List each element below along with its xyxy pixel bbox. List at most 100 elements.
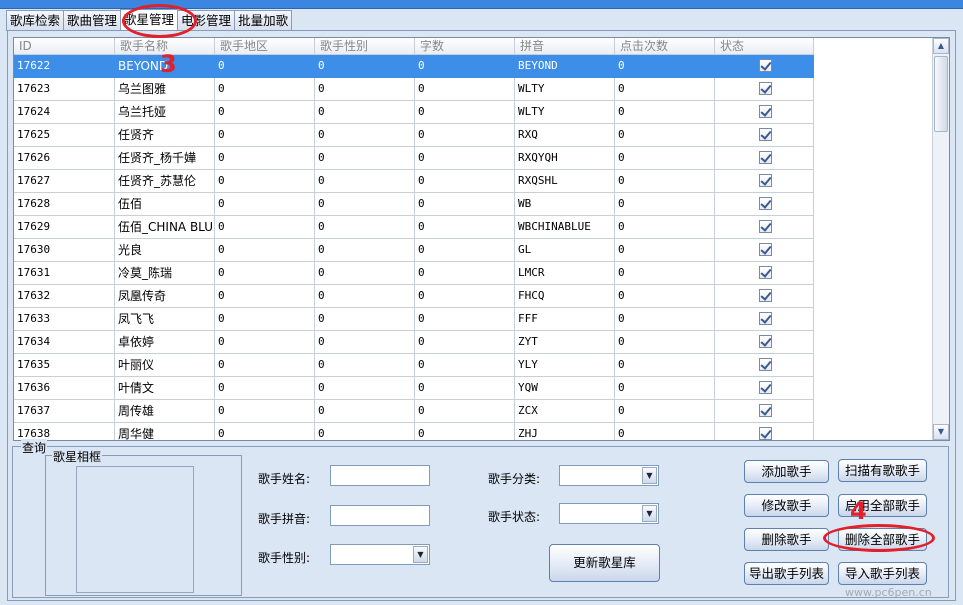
add-singer-button[interactable]: 添加歌手 <box>744 460 829 483</box>
chevron-down-icon[interactable]: ▼ <box>642 467 657 484</box>
chevron-down-icon[interactable]: ▼ <box>642 505 657 522</box>
table-row[interactable]: 17623 乌兰图雅 0 0 0 WLTY 0 <box>14 78 814 101</box>
scroll-up-icon[interactable]: ▲ <box>933 38 949 54</box>
column-header-status[interactable]: 状态 <box>715 38 814 55</box>
cell-pinyin: GL <box>515 239 615 262</box>
table-row[interactable]: 17625 任贤齐 0 0 0 RXQ 0 <box>14 124 814 147</box>
cell-chars: 0 <box>415 78 515 101</box>
cell-gender: 0 <box>315 55 415 78</box>
singer-table[interactable]: ID 歌手名称 歌手地区 歌手性别 字数 拼音 点击次数 状态 17622 BEY… <box>13 37 950 441</box>
singer-name-input[interactable] <box>330 465 430 486</box>
singer-status-select[interactable]: ▼ <box>559 503 659 524</box>
singer-photo-group: 歌星相框 <box>45 448 242 596</box>
cell-clicks: 0 <box>615 239 715 262</box>
column-header-pinyin[interactable]: 拼音 <box>515 38 615 55</box>
table-row[interactable]: 17622 BEYOND 0 0 0 BEYOND 0 <box>14 55 814 78</box>
cell-chars: 0 <box>415 124 515 147</box>
table-row[interactable]: 17626 任贤齐_杨千嬅 0 0 0 RXQYQH 0 <box>14 147 814 170</box>
cell-id: 17627 <box>14 170 115 193</box>
table-row[interactable]: 17632 凤凰传奇 0 0 0 FHCQ 0 <box>14 285 814 308</box>
column-header-chars[interactable]: 字数 <box>415 38 515 55</box>
tab-batch-add-songs[interactable]: 批量加歌 <box>234 10 293 31</box>
cell-region: 0 <box>215 78 315 101</box>
table-row[interactable]: 17628 伍佰 0 0 0 WB 0 <box>14 193 814 216</box>
status-checkbox[interactable] <box>759 427 772 440</box>
status-checkbox[interactable] <box>759 335 772 348</box>
edit-singer-button[interactable]: 修改歌手 <box>744 494 829 517</box>
cell-singer-name: 凤飞飞 <box>115 308 215 331</box>
cell-pinyin: WLTY <box>515 101 615 124</box>
status-checkbox[interactable] <box>759 243 772 256</box>
cell-chars: 0 <box>415 170 515 193</box>
status-checkbox[interactable] <box>759 358 772 371</box>
status-checkbox[interactable] <box>759 82 772 95</box>
scroll-down-icon[interactable]: ▼ <box>933 424 949 440</box>
status-checkbox[interactable] <box>759 151 772 164</box>
import-singer-list-button[interactable]: 导入歌手列表 <box>838 562 927 585</box>
table-row[interactable]: 17630 光良 0 0 0 GL 0 <box>14 239 814 262</box>
status-checkbox[interactable] <box>759 174 772 187</box>
table-row[interactable]: 17634 卓依婷 0 0 0 ZYT 0 <box>14 331 814 354</box>
table-row[interactable]: 17636 叶倩文 0 0 0 YQW 0 <box>14 377 814 400</box>
tab-song-search[interactable]: 歌库检索 <box>6 10 65 31</box>
status-checkbox[interactable] <box>759 59 772 72</box>
cell-region: 0 <box>215 400 315 423</box>
cell-region: 0 <box>215 55 315 78</box>
status-checkbox[interactable] <box>759 105 772 118</box>
cell-pinyin: WBCHINABLUE <box>515 216 615 239</box>
query-group: 查询 歌星相框 歌手姓名: 歌手拼音: 歌手性别: ▼ 歌手分类: ▼ 歌手状态… <box>12 439 949 598</box>
annotation-step-4: 4 <box>850 497 867 525</box>
singer-pinyin-input[interactable] <box>330 505 430 526</box>
cell-id: 17634 <box>14 331 115 354</box>
table-row[interactable]: 17629 伍佰_CHINA BLUE 0 0 0 WBCHINABLUE 0 <box>14 216 814 239</box>
status-checkbox[interactable] <box>759 381 772 394</box>
table-row[interactable]: 17624 乌兰托娅 0 0 0 WLTY 0 <box>14 101 814 124</box>
chevron-down-icon[interactable]: ▼ <box>413 546 428 563</box>
column-header-id[interactable]: ID <box>14 38 115 55</box>
table-vertical-scrollbar[interactable]: ▲ ▼ <box>932 38 949 440</box>
annotation-circle-delete-all <box>823 524 935 552</box>
table-row[interactable]: 17635 叶丽仪 0 0 0 YLY 0 <box>14 354 814 377</box>
status-checkbox[interactable] <box>759 312 772 325</box>
cell-id: 17630 <box>14 239 115 262</box>
table-row[interactable]: 17638 周华健 0 0 0 ZHJ 0 <box>14 423 814 440</box>
status-checkbox[interactable] <box>759 128 772 141</box>
cell-chars: 0 <box>415 331 515 354</box>
table-row[interactable]: 17633 凤飞飞 0 0 0 FFF 0 <box>14 308 814 331</box>
status-checkbox[interactable] <box>759 289 772 302</box>
scroll-thumb[interactable] <box>934 56 948 132</box>
table-body: 17622 BEYOND 0 0 0 BEYOND 0 17623 乌兰图雅 0 0 0 WLTY 0 17… <box>14 55 814 440</box>
delete-singer-button[interactable]: 删除歌手 <box>744 528 829 551</box>
cell-chars: 0 <box>415 55 515 78</box>
cell-gender: 0 <box>315 423 415 440</box>
table-row[interactable]: 17627 任贤齐_苏慧伦 0 0 0 RXQSHL 0 <box>14 170 814 193</box>
tab-song-management[interactable]: 歌曲管理 <box>63 10 122 31</box>
cell-clicks: 0 <box>615 285 715 308</box>
column-header-clicks[interactable]: 点击次数 <box>615 38 715 55</box>
singer-gender-select[interactable]: ▼ <box>330 544 430 565</box>
singer-category-select[interactable]: ▼ <box>559 465 659 486</box>
cell-status <box>715 147 814 170</box>
status-checkbox[interactable] <box>759 197 772 210</box>
cell-singer-name: 乌兰托娅 <box>115 101 215 124</box>
status-checkbox[interactable] <box>759 404 772 417</box>
scan-singers-with-songs-button[interactable]: 扫描有歌歌手 <box>838 459 927 482</box>
cell-id: 17626 <box>14 147 115 170</box>
cell-gender: 0 <box>315 262 415 285</box>
table-row[interactable]: 17637 周传雄 0 0 0 ZCX 0 <box>14 400 814 423</box>
status-checkbox[interactable] <box>759 220 772 233</box>
table-row[interactable]: 17631 冷莫_陈瑞 0 0 0 LMCR 0 <box>14 262 814 285</box>
column-header-region[interactable]: 歌手地区 <box>215 38 315 55</box>
update-singer-library-button[interactable]: 更新歌星库 <box>549 544 660 582</box>
status-checkbox[interactable] <box>759 266 772 279</box>
cell-gender: 0 <box>315 331 415 354</box>
cell-status <box>715 216 814 239</box>
cell-pinyin: RXQSHL <box>515 170 615 193</box>
cell-clicks: 0 <box>615 55 715 78</box>
column-header-gender[interactable]: 歌手性别 <box>315 38 415 55</box>
cell-singer-name: 任贤齐_杨千嬅 <box>115 147 215 170</box>
cell-status <box>715 377 814 400</box>
export-singer-list-button[interactable]: 导出歌手列表 <box>744 562 829 585</box>
cell-status <box>715 308 814 331</box>
cell-gender: 0 <box>315 101 415 124</box>
